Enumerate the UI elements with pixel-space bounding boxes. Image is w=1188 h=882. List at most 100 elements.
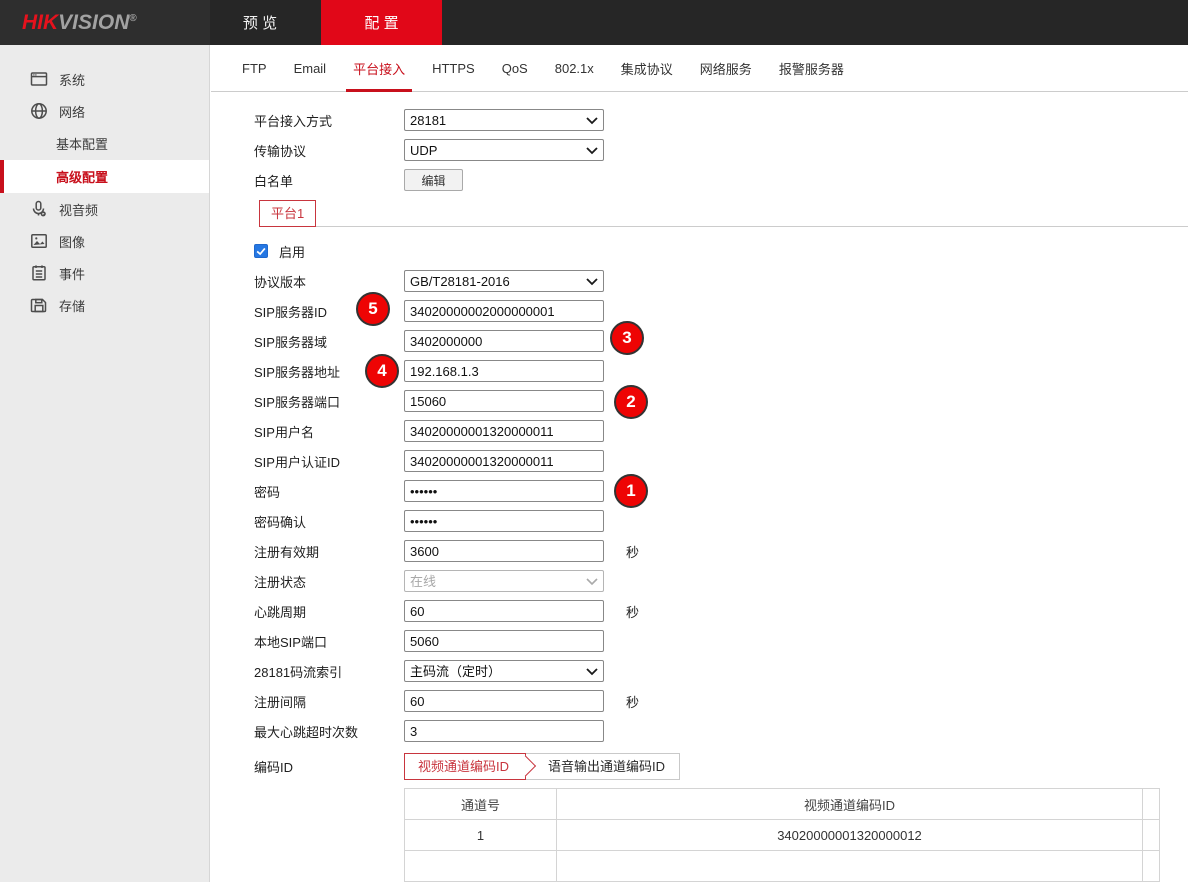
password-confirm-label: 密码确认 [254, 512, 404, 531]
sip-user-auth-id-label: SIP用户认证ID [254, 452, 404, 471]
sidebar-item-label: 高级配置 [56, 167, 108, 186]
protocol-version-label: 协议版本 [254, 272, 404, 291]
sip-server-id-input[interactable] [404, 300, 604, 322]
top-tab-preview[interactable]: 预 览 [211, 0, 309, 45]
spacer-header [1143, 789, 1160, 820]
tab-platform-1[interactable]: 平台1 [259, 200, 316, 227]
sidebar-item-label: 存储 [59, 296, 85, 315]
sidebar-item-advanced-config[interactable]: 高级配置 [0, 160, 209, 193]
encode-id-table: 通道号 视频通道编码ID 1 34020000001320000012 [404, 788, 1188, 882]
storage-icon [30, 296, 48, 314]
tab-8021x[interactable]: 802.1x [555, 45, 594, 91]
protocol-version-select[interactable]: GB/T28181-2016 [404, 270, 604, 292]
platform-access-mode-label: 平台接入方式 [254, 111, 404, 130]
tab-alarm-server[interactable]: 报警服务器 [779, 45, 844, 91]
sidebar-item-label: 图像 [59, 232, 85, 251]
register-interval-unit: 秒 [626, 692, 639, 711]
registered-mark: ® [129, 13, 136, 24]
sidebar-item-audio-video[interactable]: 视音频 [0, 193, 209, 225]
hikvision-logo: HIKVISION® [22, 11, 137, 35]
sidebar-item-label: 系统 [59, 70, 85, 89]
tab-email[interactable]: Email [294, 45, 327, 91]
settings-tabbar: FTP Email 平台接入 HTTPS QoS 802.1x 集成协议 网络服… [211, 45, 1188, 92]
whitelist-edit-button[interactable]: 编辑 [404, 169, 463, 191]
video-channel-encode-id-cell [557, 851, 1143, 882]
register-interval-input[interactable] [404, 690, 604, 712]
enable-checkbox[interactable] [254, 244, 268, 258]
tab-https[interactable]: HTTPS [432, 45, 475, 91]
logo-hik: HIK [22, 11, 58, 34]
sidebar-item-storage[interactable]: 存储 [0, 289, 209, 321]
sidebar-item-network[interactable]: 网络 [0, 95, 209, 127]
logo-vision: VISION [58, 11, 129, 34]
encode-id-label: 编码ID [254, 757, 404, 776]
stream-index-28181-select[interactable]: 主码流（定时） [404, 660, 604, 682]
platform-access-mode-select[interactable]: 28181 [404, 109, 604, 131]
password-confirm-input[interactable] [404, 510, 604, 532]
tab-integration-protocol[interactable]: 集成协议 [621, 45, 673, 91]
register-status-label: 注册状态 [254, 572, 404, 591]
channel-no-header: 通道号 [405, 789, 557, 820]
channel-no-cell [405, 851, 557, 882]
logo-section: HIKVISION® [0, 0, 210, 45]
sip-server-port-label: SIP服务器端口 [254, 392, 404, 411]
enable-label: 启用 [279, 242, 305, 261]
tab-video-channel-encode-id[interactable]: 视频通道编码ID [404, 753, 526, 780]
register-interval-label: 注册间隔 [254, 692, 404, 711]
register-status-select: 在线 [404, 570, 604, 592]
tab-qos[interactable]: QoS [502, 45, 528, 91]
local-sip-port-input[interactable] [404, 630, 604, 652]
tab-ftp[interactable]: FTP [242, 45, 267, 91]
spacer-cell [1143, 851, 1160, 882]
password-input[interactable] [404, 480, 604, 502]
register-validity-input[interactable] [404, 540, 604, 562]
check-icon [255, 245, 267, 257]
sip-server-domain-input[interactable] [404, 330, 604, 352]
tab-platform-access[interactable]: 平台接入 [353, 45, 405, 91]
top-tab-configuration[interactable]: 配 置 [321, 0, 442, 45]
annotation-badge-3: 3 [610, 321, 644, 355]
annotation-badge-4: 4 [365, 354, 399, 388]
heartbeat-interval-input[interactable] [404, 600, 604, 622]
sidebar-item-system[interactable]: 系统 [0, 63, 209, 95]
heartbeat-interval-unit: 秒 [626, 602, 639, 621]
max-heartbeat-timeouts-input[interactable] [404, 720, 604, 742]
register-validity-unit: 秒 [626, 542, 639, 561]
sidebar-item-event[interactable]: 事件 [0, 257, 209, 289]
sip-server-port-input[interactable] [404, 390, 604, 412]
table-row[interactable]: 1 34020000001320000012 [405, 820, 1160, 851]
sidebar-item-label: 网络 [59, 102, 85, 121]
sidebar-item-label: 事件 [59, 264, 85, 283]
annotation-badge-1: 1 [614, 474, 648, 508]
encode-id-tabs: 视频通道编码ID 语音输出通道编码ID [404, 753, 680, 780]
register-validity-label: 注册有效期 [254, 542, 404, 561]
transport-protocol-select[interactable]: UDP [404, 139, 604, 161]
tab-audio-output-channel-encode-id[interactable]: 语音输出通道编码ID [525, 753, 680, 780]
sip-user-auth-id-input[interactable] [404, 450, 604, 472]
channel-no-cell: 1 [405, 820, 557, 851]
hikvision-config-page: HIKVISION® 预 览 配 置 系统 网络 基本配置 高级配置 视音频 图… [0, 0, 1188, 882]
table-row[interactable] [405, 851, 1160, 882]
sidebar-item-image[interactable]: 图像 [0, 225, 209, 257]
sidebar: 系统 网络 基本配置 高级配置 视音频 图像 事件 存储 [0, 45, 210, 882]
table-header-row: 通道号 视频通道编码ID [405, 789, 1160, 820]
sip-server-domain-label: SIP服务器域 [254, 332, 404, 351]
video-channel-encode-id-header: 视频通道编码ID [557, 789, 1143, 820]
main-content: FTP Email 平台接入 HTTPS QoS 802.1x 集成协议 网络服… [211, 45, 1188, 882]
video-channel-encode-id-cell: 34020000001320000012 [557, 820, 1143, 851]
sip-server-address-input[interactable] [404, 360, 604, 382]
system-icon [30, 70, 48, 88]
sidebar-item-basic-config[interactable]: 基本配置 [0, 127, 209, 160]
whitelist-label: 白名单 [254, 171, 404, 190]
image-icon [30, 232, 48, 250]
sip-username-label: SIP用户名 [254, 422, 404, 441]
max-heartbeat-timeouts-label: 最大心跳超时次数 [254, 722, 404, 741]
stream-index-28181-label: 28181码流索引 [254, 662, 404, 681]
sip-username-input[interactable] [404, 420, 604, 442]
sidebar-item-label: 视音频 [59, 200, 98, 219]
platform-tab-row: 平台1 [254, 200, 1188, 227]
local-sip-port-label: 本地SIP端口 [254, 632, 404, 651]
tab-network-service[interactable]: 网络服务 [700, 45, 752, 91]
platform-access-form: 平台接入方式 28181 传输协议 UDP 白名单 编辑 平台1 [211, 92, 1188, 882]
annotation-badge-5: 5 [356, 292, 390, 326]
